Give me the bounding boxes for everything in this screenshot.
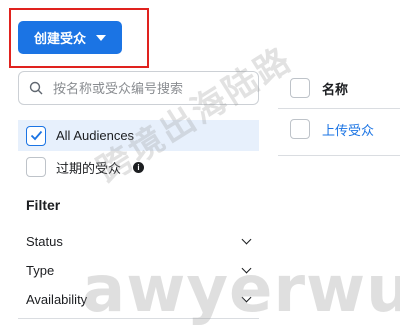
table-divider: [278, 155, 400, 156]
filter-section-status[interactable]: Status: [26, 234, 254, 249]
chevron-down-icon: [241, 234, 252, 245]
row-checkbox[interactable]: [290, 119, 310, 139]
create-audience-button[interactable]: 创建受众: [18, 21, 122, 54]
all-audiences-checkbox[interactable]: [26, 125, 46, 146]
filter-section-label: Status: [26, 234, 63, 249]
select-all-checkbox[interactable]: [290, 78, 310, 98]
create-audience-label: 创建受众: [33, 31, 86, 46]
column-header-name: 名称: [322, 81, 349, 97]
caret-down-icon: [96, 34, 106, 41]
audience-name-link[interactable]: 上传受众: [322, 120, 374, 139]
table-divider: [278, 108, 400, 109]
filter-heading: Filter: [26, 197, 61, 213]
expired-audiences-checkbox[interactable]: [26, 157, 46, 177]
filter-section-label: Availability: [26, 292, 88, 307]
search-icon: [29, 81, 43, 95]
watermark-url: awyerwu.com: [82, 253, 400, 327]
filter-section-label: Type: [26, 263, 55, 278]
check-icon: [30, 130, 42, 141]
table-row[interactable]: 上传受众: [278, 112, 400, 146]
